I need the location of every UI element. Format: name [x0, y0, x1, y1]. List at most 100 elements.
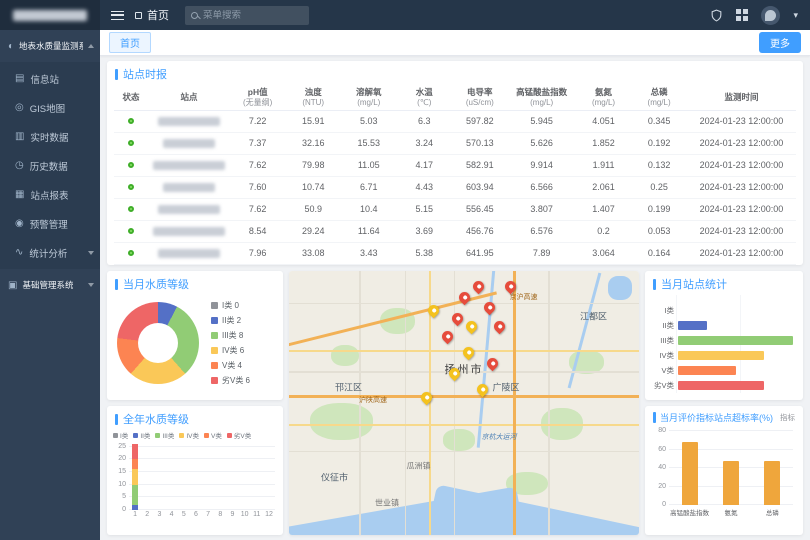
legend-item[interactable]: IV类 [179, 430, 199, 440]
table-row[interactable]: 7.6250.910.45.15556.453.8071.4070.199202… [114, 198, 796, 220]
legend-item[interactable]: II类 2 [211, 314, 250, 327]
legend-item[interactable]: 劣V类 6 [211, 374, 250, 387]
bar-label: III类 [651, 335, 678, 346]
value-cell: 570.13 [452, 132, 508, 154]
sidebar-item[interactable]: ◎GIS地图 [0, 93, 100, 122]
yearly-legend: I类 II类 III类 IV类 V类 劣V类 [107, 430, 283, 440]
yearly-stacked-chart[interactable]: 0510152025 [129, 444, 275, 510]
stacked-bar[interactable] [169, 444, 175, 510]
stacked-bar[interactable] [181, 444, 187, 510]
table-row[interactable]: 7.2215.915.036.3597.825.9454.0510.345202… [114, 110, 796, 132]
status-dot [128, 206, 134, 212]
gis-map[interactable]: 扬州市江都区邗江区广陵区仪征市瓜洲镇世业镇沪陕高速京沪高速京杭大运河 [289, 271, 639, 535]
legend-item[interactable]: I类 [113, 430, 128, 440]
table-row[interactable]: 7.6279.9811.054.17582.919.9141.9110.1322… [114, 154, 796, 176]
legend-swatch [227, 433, 232, 438]
search-input[interactable] [203, 10, 293, 21]
avatar[interactable] [761, 6, 780, 25]
bar[interactable] [678, 321, 707, 330]
panel-title: 当月水质等级 [107, 271, 283, 295]
map-marker-yellow[interactable] [464, 318, 480, 334]
yearly-grade-title: 全年水质等级 [123, 411, 189, 427]
sidebar-item[interactable]: ▤信息站 [0, 64, 100, 93]
stacked-bar[interactable] [144, 444, 150, 510]
bar[interactable] [678, 351, 764, 360]
map-marker-yellow[interactable] [418, 390, 434, 406]
axis-tick: 20 [653, 483, 666, 490]
bar[interactable] [678, 366, 736, 375]
bar[interactable] [678, 336, 793, 345]
tab-home[interactable]: 首页 [109, 32, 151, 53]
sidebar-root-base-system[interactable]: ▣ 基础管理系统 [0, 269, 100, 301]
title-accent [653, 279, 656, 290]
stacked-bar[interactable] [266, 444, 272, 510]
sidebar-item[interactable]: ▦站点报表 [0, 180, 100, 209]
shield-icon[interactable] [710, 9, 723, 22]
sidebar-toggle-button[interactable] [100, 0, 135, 30]
stacked-bar[interactable] [229, 444, 235, 510]
settings-icon: ▣ [8, 280, 17, 291]
map-marker-red[interactable] [471, 279, 487, 295]
value-cell: 6.576 [508, 220, 576, 242]
bar-slot [166, 444, 178, 510]
bar[interactable] [764, 461, 780, 505]
sidebar-item[interactable]: ▥实时数据 [0, 122, 100, 151]
sidebar-root-water-system[interactable]: ◐ 地表水质量监测系统 [0, 30, 100, 62]
stacked-bar[interactable] [242, 444, 248, 510]
overrate-chart[interactable]: 020406080 [669, 431, 793, 505]
station-cell [148, 176, 230, 198]
chevron-down-icon [88, 251, 94, 255]
stacked-bar[interactable] [254, 444, 260, 510]
station-name-redacted [158, 205, 220, 214]
map-marker-red[interactable] [439, 329, 455, 345]
legend-item[interactable]: III类 [155, 430, 174, 440]
stacked-bar[interactable] [132, 444, 138, 510]
monitor-icon: ◐ [8, 41, 14, 52]
legend-item[interactable]: II类 [133, 430, 150, 440]
sidebar-item[interactable]: ◉预警管理 [0, 209, 100, 238]
time-cell: 2024-01-23 12:00:00 [687, 154, 796, 176]
menu-search[interactable] [185, 6, 309, 25]
legend-item[interactable]: 劣V类 [227, 430, 251, 440]
legend-label: I类 [120, 430, 128, 440]
legend-label: 劣V类 [234, 430, 251, 440]
bar-slot [141, 444, 153, 510]
column-header: 高锰酸盐指数(mg/L) [508, 85, 576, 110]
grid-icon[interactable] [736, 9, 748, 21]
legend-label: II类 2 [222, 315, 241, 326]
table-row[interactable]: 7.6010.746.714.43603.946.5662.0610.25202… [114, 176, 796, 198]
map-lake [608, 276, 633, 300]
map-marker-yellow[interactable] [460, 345, 476, 361]
legend-item[interactable]: V类 4 [211, 359, 250, 372]
station-cell [148, 132, 230, 154]
table-row[interactable]: 7.9633.083.435.38641.957.893.0640.164202… [114, 242, 796, 264]
breadcrumb-item[interactable]: 首页 [147, 7, 169, 23]
table-row[interactable]: 7.3732.1615.533.24570.135.6261.8520.1922… [114, 132, 796, 154]
legend-item[interactable]: III类 8 [211, 329, 250, 342]
bar-label: V类 [651, 365, 678, 376]
stacked-bar[interactable] [156, 444, 162, 510]
bar[interactable] [678, 381, 764, 390]
legend-item[interactable]: I类 0 [211, 299, 250, 312]
table-row[interactable]: 8.5429.2411.643.69456.766.5760.20.053202… [114, 220, 796, 242]
donut-chart[interactable] [117, 302, 199, 384]
table-header-row: 状态站点pH值(无量纲)浊度(NTU)溶解氧(mg/L)水温(℃)电导率(uS/… [114, 85, 796, 110]
axis-tick: 40 [653, 464, 666, 471]
legend-item[interactable]: IV类 6 [211, 344, 250, 357]
chevron-down-icon[interactable]: ▾ [793, 10, 798, 21]
stacked-bar[interactable] [205, 444, 211, 510]
stacked-bar[interactable] [217, 444, 223, 510]
legend-item[interactable]: V类 [204, 430, 222, 440]
map-marker-red[interactable] [492, 318, 508, 334]
bar[interactable] [723, 461, 739, 505]
bar-segment [132, 505, 138, 510]
sidebar-item[interactable]: ∿统计分析 [0, 238, 100, 267]
stacked-bar[interactable] [193, 444, 199, 510]
map-marker-red[interactable] [450, 311, 466, 327]
dashboard-bottom: 当月水质等级 I类 0 II类 2 III类 8 IV类 6 V类 4 劣V类 6 全年水… [107, 271, 803, 535]
bar-slot [129, 444, 141, 510]
sidebar-item[interactable]: ◷历史数据 [0, 151, 100, 180]
more-button[interactable]: 更多 [759, 32, 801, 53]
column-header: 电导率(uS/cm) [452, 85, 508, 110]
bar[interactable] [682, 442, 698, 505]
